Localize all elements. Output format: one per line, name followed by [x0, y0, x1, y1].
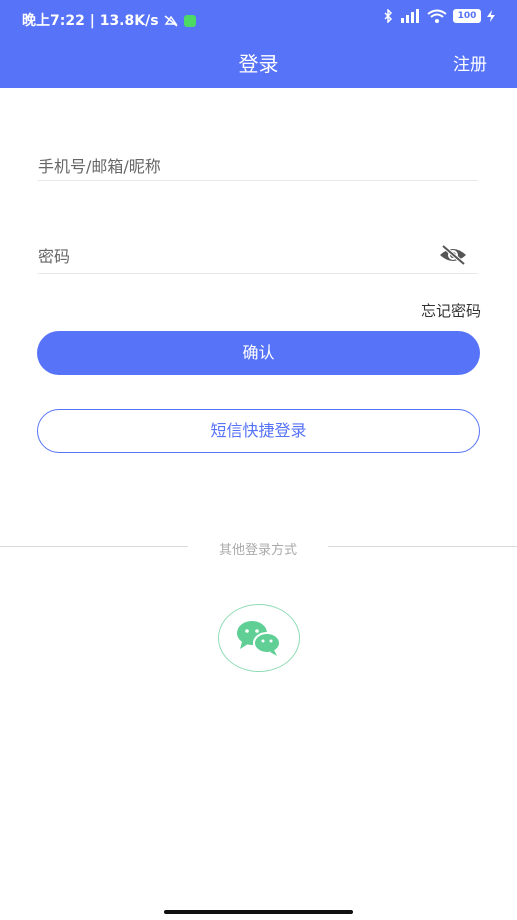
sms-login-button[interactable]: 短信快捷登录: [37, 409, 480, 453]
mute-icon: [164, 15, 178, 27]
divider-right: [328, 546, 517, 547]
status-bar: 晚上7:22 | 13.8K/s 100: [0, 0, 517, 38]
app-header: 晚上7:22 | 13.8K/s 100 登录 注册: [0, 0, 517, 88]
other-login-label: 其他登录方式: [218, 543, 297, 558]
confirm-button[interactable]: 确认: [37, 331, 480, 375]
status-separator: |: [89, 13, 100, 29]
password-input[interactable]: [38, 247, 418, 266]
page-title: 登录: [238, 52, 279, 76]
wechat-login-button[interactable]: [218, 604, 300, 672]
bluetooth-icon: [384, 9, 393, 23]
battery-icon: 100: [453, 9, 481, 23]
account-field: [38, 157, 478, 181]
account-input[interactable]: [38, 157, 418, 176]
divider-left: [0, 546, 188, 547]
app-notification-icon: [184, 15, 197, 27]
network-speed: 13.8K/s: [99, 13, 159, 29]
charging-icon: [487, 10, 495, 22]
status-left: 晚上7:22 | 13.8K/s: [22, 10, 197, 30]
wifi-icon: [427, 9, 447, 23]
forgot-password-link[interactable]: 忘记密码: [421, 300, 481, 321]
status-right: 100: [383, 9, 495, 23]
home-indicator: [164, 910, 353, 914]
register-button[interactable]: 注册: [453, 50, 487, 75]
status-time: 晚上7:22: [22, 13, 85, 29]
password-field: [38, 244, 478, 274]
signal-icon: [401, 9, 419, 23]
eye-hidden-icon[interactable]: [438, 243, 468, 267]
wechat-icon: [237, 621, 281, 656]
